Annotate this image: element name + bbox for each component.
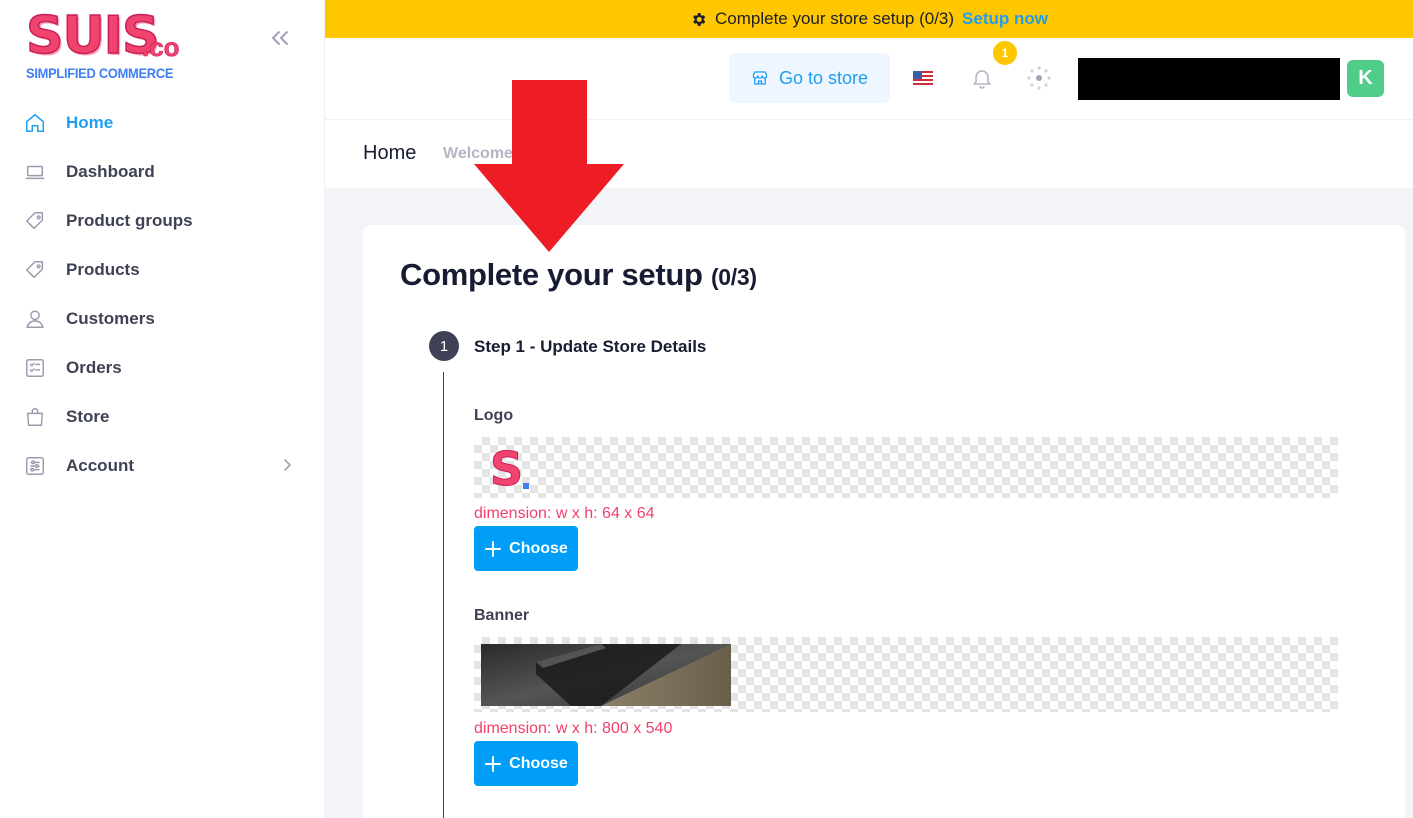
user-icon	[24, 308, 46, 330]
sidebar-item-dashboard[interactable]: Dashboard	[0, 147, 325, 196]
logo-suffix-text: .co	[142, 32, 180, 63]
go-to-store-button[interactable]: Go to store	[729, 53, 890, 103]
store-logo-image: S	[490, 443, 529, 491]
choose-banner-label: Choose	[509, 754, 568, 772]
sidebar-item-label: Store	[66, 406, 110, 426]
logo-tagline: SIMPLIFIED COMMERCE	[26, 65, 174, 81]
choose-banner-button[interactable]: Choose	[474, 741, 578, 786]
banner-preview-area	[474, 637, 1338, 712]
collapse-sidebar-button[interactable]	[268, 26, 292, 50]
sidebar-item-label: Home	[66, 112, 114, 132]
page-title: Home	[363, 142, 417, 164]
logo-main-text: SUIS	[25, 6, 160, 66]
setup-progress-count: (0/3)	[710, 264, 757, 290]
logo-preview-area: S	[474, 437, 1338, 498]
main-content: Complete your setup (0/3) 1 Step 1 - Upd…	[325, 188, 1413, 818]
choose-logo-label: Choose	[509, 539, 568, 557]
banner-dimension-hint: dimension: w x h: 800 x 540	[474, 720, 673, 737]
go-to-store-label: Go to store	[778, 67, 869, 88]
sidebar-item-store[interactable]: Store	[0, 392, 325, 441]
sliders-icon	[24, 455, 46, 477]
home-icon	[24, 112, 46, 134]
double-chevron-left-icon	[272, 31, 288, 45]
banner-field-label: Banner	[474, 607, 530, 624]
sidebar-item-products[interactable]: Products	[0, 245, 325, 294]
setup-title: Complete your setup (0/3)	[400, 257, 757, 293]
sidebar-item-label: Product groups	[66, 210, 193, 230]
setup-banner: Complete your store setup (0/3) Setup no…	[325, 0, 1413, 38]
sidebar-item-label: Customers	[66, 308, 155, 328]
gear-icon	[693, 12, 706, 26]
notifications-badge: 1	[991, 39, 1019, 67]
sidebar: SUIS .co SIMPLIFIED COMMERCE Home Dashbo…	[0, 0, 325, 818]
sidebar-item-account[interactable]: Account	[0, 441, 325, 490]
brand-logo[interactable]: SUIS .co SIMPLIFIED COMMERCE	[25, 6, 186, 84]
sidebar-item-label: Dashboard	[66, 161, 155, 181]
us-flag-icon[interactable]	[913, 71, 933, 85]
notifications-button[interactable]	[970, 66, 994, 90]
user-avatar[interactable]: K	[1347, 60, 1384, 97]
sidebar-item-customers[interactable]: Customers	[0, 294, 325, 343]
step-title: Step 1 - Update Store Details	[474, 337, 707, 356]
sun-icon	[1027, 66, 1051, 90]
setup-now-link[interactable]: Setup now	[962, 9, 1048, 29]
sidebar-item-label: Orders	[66, 357, 122, 377]
user-name-redacted[interactable]	[1078, 58, 1340, 100]
storefront-icon	[752, 71, 768, 85]
svg-text:S: S	[490, 443, 523, 491]
setup-card: Complete your setup (0/3) 1 Step 1 - Upd…	[363, 225, 1405, 818]
theme-toggle-button[interactable]	[1025, 64, 1053, 92]
sidebar-item-product-groups[interactable]: Product groups	[0, 196, 325, 245]
bell-icon	[973, 70, 991, 89]
setup-title-text: Complete your setup	[400, 257, 703, 292]
setup-banner-message: Complete your store setup (0/3)	[714, 9, 955, 28]
sidebar-item-orders[interactable]: Orders	[0, 343, 325, 392]
sidebar-item-label: Products	[66, 259, 140, 279]
sidebar-item-label: Account	[66, 455, 134, 475]
red-arrow-annotation	[474, 80, 624, 252]
plus-icon	[485, 540, 502, 557]
logo-field-label: Logo	[474, 407, 514, 424]
sidebar-nav: Home Dashboard Product groups Products C…	[0, 98, 325, 490]
chevron-right-icon	[279, 457, 295, 473]
checklist-icon	[24, 357, 46, 379]
step-timeline-line	[443, 372, 444, 818]
laptop-icon	[24, 161, 46, 183]
plus-icon	[485, 755, 502, 772]
choose-logo-button[interactable]: Choose	[474, 526, 578, 571]
step-number-badge: 1	[429, 331, 459, 361]
store-banner-image	[481, 644, 731, 706]
tag-icon	[24, 259, 46, 281]
tag-icon	[24, 210, 46, 232]
sidebar-item-home[interactable]: Home	[0, 98, 325, 147]
logo-dimension-hint: dimension: w x h: 64 x 64	[474, 505, 655, 522]
shopping-bag-icon	[24, 406, 46, 428]
